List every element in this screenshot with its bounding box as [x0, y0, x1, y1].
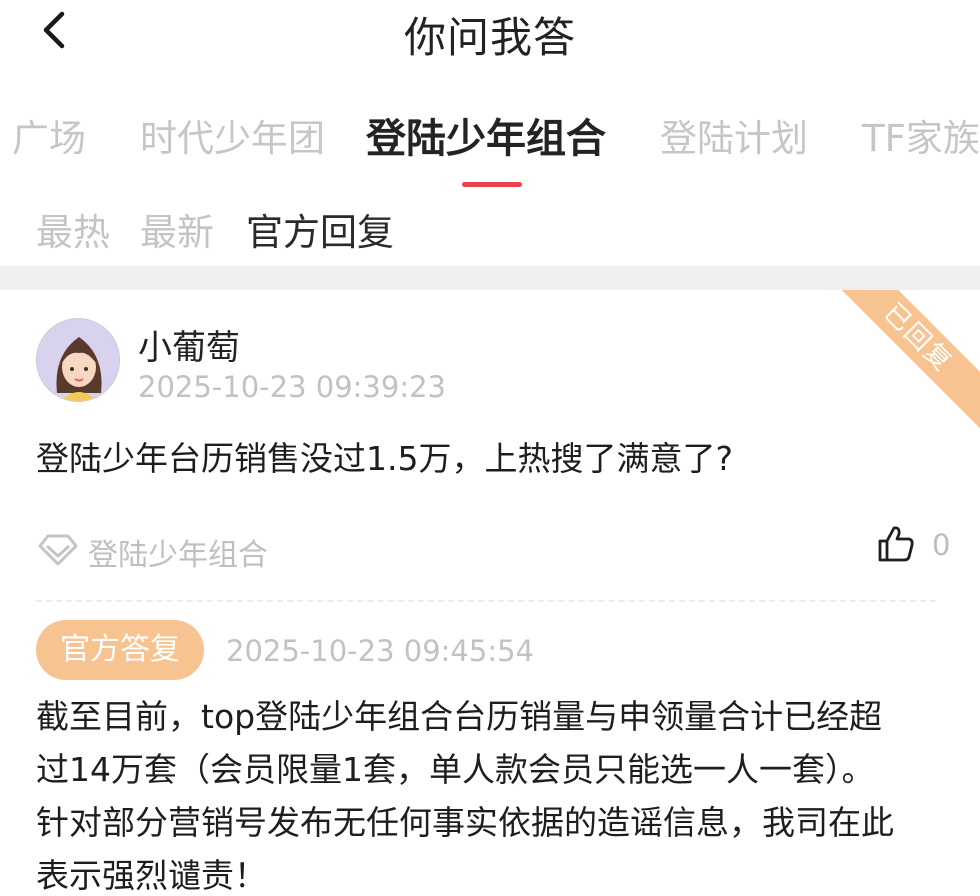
avatar[interactable] [36, 318, 120, 402]
section-divider [0, 266, 980, 290]
tab-tf-family[interactable]: TF家族 [862, 108, 980, 162]
topic-tag-label: 登陆少年组合 [88, 538, 268, 573]
sort-tabs: 最热 最新 官方回复 [0, 202, 980, 262]
top-bar: 你问我答 [0, 0, 980, 64]
diamond-tag-icon [38, 534, 78, 566]
tab-plaza[interactable]: 广场 [12, 108, 86, 162]
post-timestamp: 2025-10-23 09:39:23 [138, 370, 446, 404]
username[interactable]: 小葡萄 [138, 320, 240, 369]
replied-ribbon: 已回复 [811, 290, 980, 445]
dashed-divider [36, 600, 936, 602]
reply-line: 截至目前，top登陆少年组合台历销量与申领量合计已经超 [36, 697, 883, 736]
question-card: 已回复 小葡萄 2025-10-23 09:39:23 登陆少年台历销售没过1.… [0, 290, 980, 896]
tab-tnt[interactable]: 时代少年团 [140, 108, 325, 162]
avatar-girl-icon [37, 319, 119, 401]
question-text: 登陆少年台历销售没过1.5万，上热搜了满意了? [36, 439, 733, 478]
subtab-hottest[interactable]: 最热 [36, 202, 110, 256]
subtab-official-reply[interactable]: 官方回复 [246, 202, 394, 256]
page-title: 你问我答 [403, 13, 576, 62]
official-reply-badge: 官方答复 [36, 620, 204, 680]
like-count: 0 [932, 528, 951, 562]
reply-line: 针对部分营销号发布无任何事实依据的造谣信息，我司在此 [36, 803, 894, 842]
tab-denglu-plan[interactable]: 登陆计划 [660, 108, 808, 162]
reply-timestamp: 2025-10-23 09:45:54 [226, 634, 534, 668]
tab-denglu-shaonian[interactable]: 登陆少年组合 [366, 108, 606, 164]
official-reply-text: 截至目前，top登陆少年组合台历销量与申领量合计已经超 过14万套（会员限量1套… [36, 690, 966, 896]
subtab-newest[interactable]: 最新 [140, 202, 214, 256]
thumbs-up-icon[interactable] [876, 524, 916, 564]
active-tab-indicator [462, 182, 522, 187]
reply-line: 过14万套（会员限量1套，单人款会员只能选一人一套）。 [36, 750, 875, 789]
reply-line: 表示强烈谴责！ [36, 856, 267, 895]
category-tabs: 广场 时代少年团 登陆少年组合 登陆计划 TF家族 [0, 108, 980, 178]
